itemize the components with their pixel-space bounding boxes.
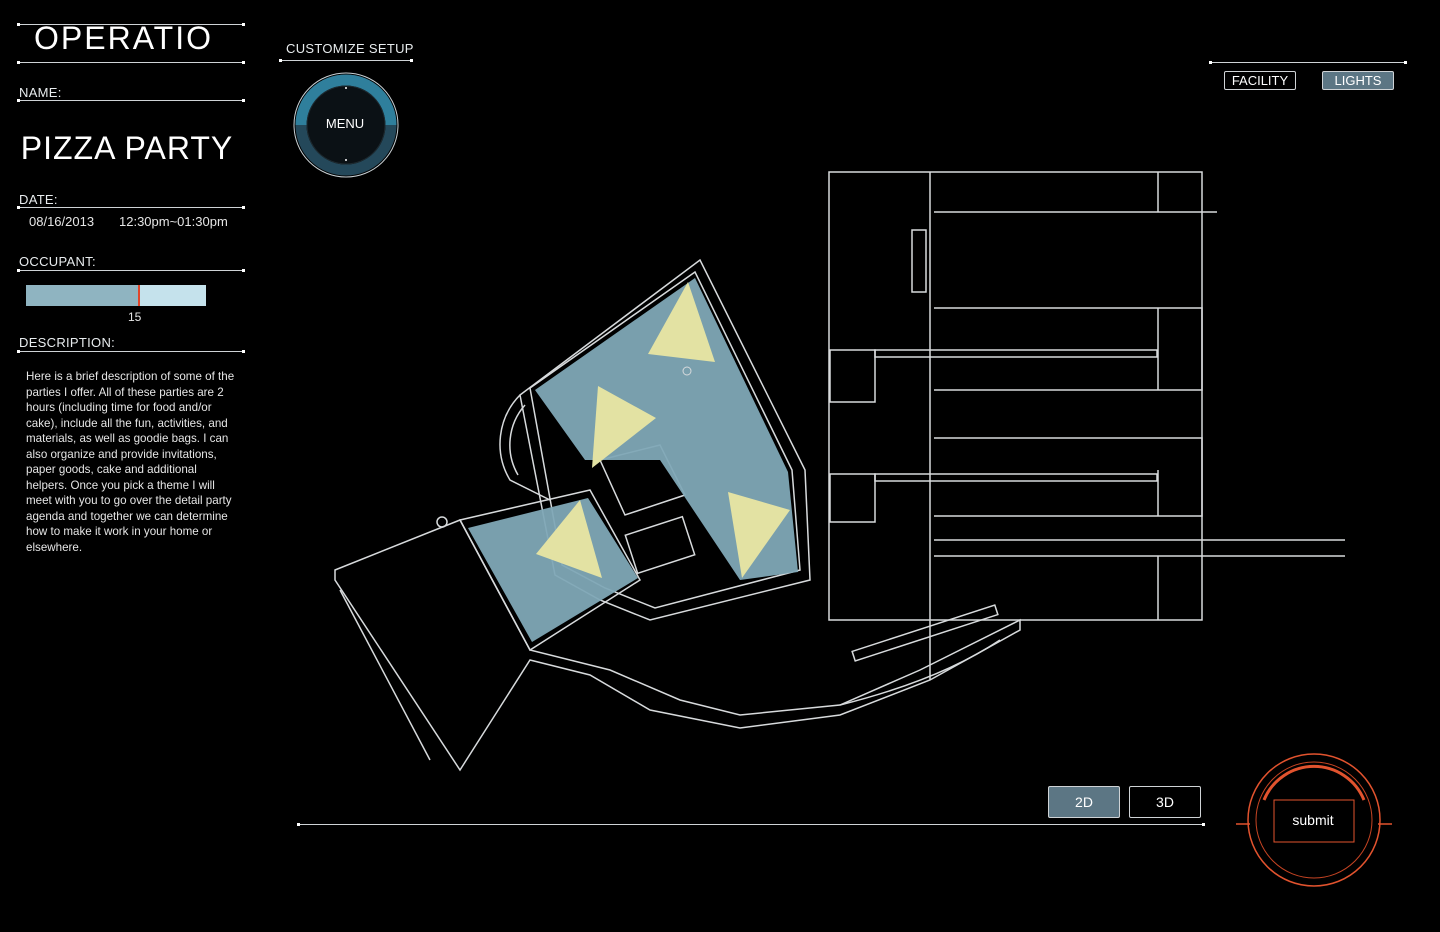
- divider: [297, 823, 1205, 826]
- tab-facility[interactable]: FACILITY: [1224, 71, 1296, 90]
- name-label: NAME:: [19, 85, 62, 100]
- divider: [17, 99, 245, 102]
- divider: [17, 23, 245, 26]
- tab-lights[interactable]: LIGHTS: [1322, 71, 1394, 90]
- section-title: CUSTOMIZE SETUP: [286, 41, 414, 56]
- floor-plan[interactable]: [320, 160, 1360, 780]
- divider: [17, 206, 245, 209]
- occupant-slider[interactable]: [26, 285, 206, 306]
- view-2d-button[interactable]: 2D: [1048, 786, 1120, 818]
- divider: [17, 61, 245, 64]
- view-3d-button[interactable]: 3D: [1129, 786, 1201, 818]
- app-title: OPERATIO: [34, 20, 213, 56]
- event-time[interactable]: 12:30pm~01:30pm: [119, 214, 228, 229]
- divider: [279, 59, 413, 62]
- divider: [1209, 61, 1407, 64]
- occupant-slider-handle[interactable]: [138, 285, 141, 306]
- occupant-slider-fill: [26, 285, 140, 306]
- divider: [17, 350, 245, 353]
- divider: [17, 269, 245, 272]
- occupant-label: OCCUPANT:: [19, 254, 96, 269]
- date-label: DATE:: [19, 192, 58, 207]
- description-label: DESCRIPTION:: [19, 335, 116, 350]
- description-text: Here is a brief description of some of t…: [26, 370, 235, 554]
- menu-label[interactable]: MENU: [318, 116, 372, 131]
- occupant-value: 15: [128, 310, 142, 324]
- event-name[interactable]: PIZZA PARTY: [0, 130, 254, 167]
- submit-button[interactable]: submit: [1278, 812, 1348, 828]
- event-date[interactable]: 08/16/2013: [29, 214, 94, 229]
